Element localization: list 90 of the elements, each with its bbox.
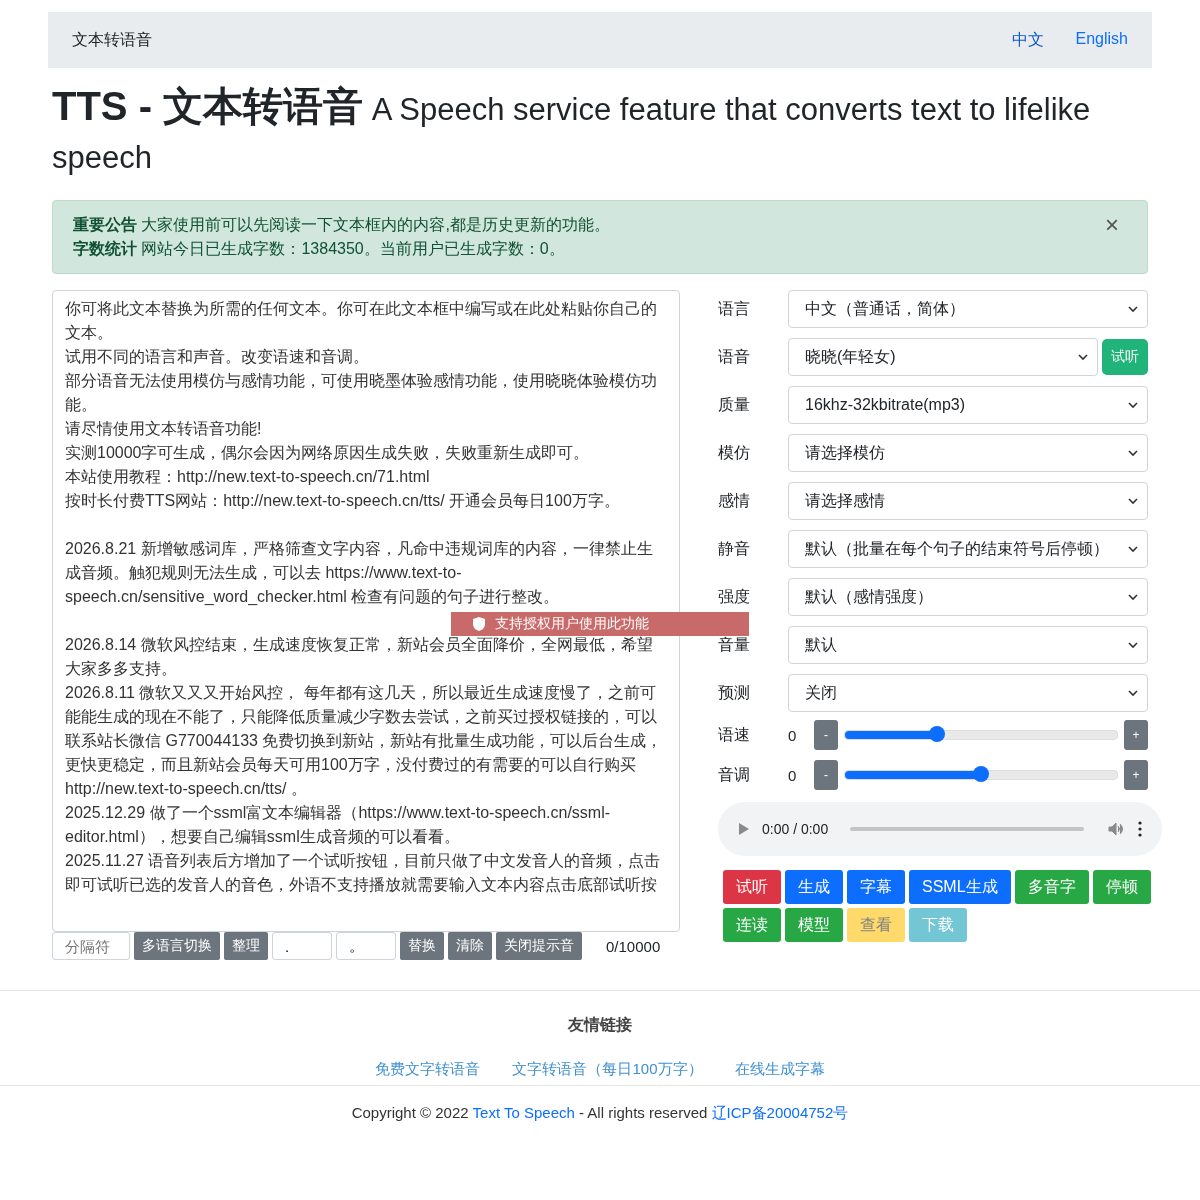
toolbar-button[interactable]: 关闭提示音 [496, 932, 582, 960]
chevron-icon [1127, 639, 1139, 651]
text-paragraph: 本站使用教程：http://new.text-to-speech.cn/71.html [65, 467, 431, 487]
volume-button[interactable] [1106, 820, 1126, 838]
dropdown[interactable]: 请选择模仿 [788, 434, 1148, 472]
text-paragraph: 部分语音无法使用模仿与感情功能，可使用晓墨体验感情功能，使用晓晓体验模仿功能。 [65, 371, 658, 415]
brand-link[interactable]: 文本转语音 [72, 29, 152, 51]
text-field[interactable]: . [272, 932, 332, 960]
close-button[interactable]: × [1097, 213, 1127, 237]
dropdown[interactable]: 默认（批量在每个句子的结束符号后停顿） [788, 530, 1148, 568]
setting-label: 感情 [718, 490, 751, 511]
toolbar-button[interactable]: 清除 [448, 932, 492, 960]
action-button[interactable]: 模型 [785, 908, 843, 942]
toolbar-button[interactable]: 多语言切换 [134, 932, 220, 960]
toolbar-button[interactable]: 整理 [224, 932, 268, 960]
page-heading: TTS - 文本转语音 A Speech service feature that converts text to lifelike speech [52, 83, 1092, 177]
increase-button[interactable]: + [1124, 760, 1148, 790]
friend-link[interactable]: 文字转语音（每日100万字） [512, 1060, 703, 1079]
action-button[interactable]: 多音字 [1014, 870, 1089, 904]
dropdown[interactable]: 默认 [788, 626, 1148, 664]
text-paragraph: 按时长付费TTS网站：http://new.text-to-speech.cn/tts/ 开通会员每日100万字。 [65, 491, 621, 511]
text-field[interactable]: 。 [336, 932, 396, 960]
setting-label: 强度 [718, 586, 751, 607]
setting-label: 语言 [718, 298, 751, 319]
slider-thumb[interactable] [929, 726, 946, 742]
action-button[interactable]: 试听 [723, 870, 781, 904]
text-paragraph: 你可将此文本替换为所需的任何文本。你可在此文本框中编写或在此处粘贴你自己的文本。 [65, 299, 658, 343]
dropdown[interactable]: 请选择感情 [788, 482, 1148, 520]
friend-link[interactable]: 免费文字转语音 [375, 1060, 481, 1079]
setting-label: 静音 [718, 538, 751, 559]
setting-label: 语速 [718, 724, 751, 745]
text-paragraph: 请尽情使用文本转语音功能! [65, 419, 263, 439]
play-icon [738, 822, 750, 836]
character-counter: 0/10000 [606, 937, 661, 955]
dropdown[interactable]: 默认（感情强度） [788, 578, 1148, 616]
text-paragraph: 2026.8.11 微软又又又开始风控， 每年都有这几天，所以最近生成速度慢了，之前可能能生成的现在不能了，只能降低质量减少字数去尝试，之前买过授权链接的，可以联系站长微信 G770044133 免费切换到新站，新站有批量生成功能，可以后台生成，更快更稳定，而且新站会员每天可用100万字，没付费过的有需要的可以自行购买 http://new.text-to-speech.cn/tts/ 。 [65, 683, 664, 799]
decrease-button[interactable]: - [814, 720, 838, 750]
language-link[interactable]: 中文 [1011, 29, 1044, 51]
chevron-icon [1077, 351, 1089, 363]
footer-heading: 友情链接 [566, 1015, 633, 1035]
dropdown[interactable]: 16khz-32kbitrate(mp3) [788, 386, 1148, 424]
text-paragraph: 2026.8.21 新增敏感词库，严格筛查文字内容，凡命中违规词库的内容，一律禁止生成音频。触犯规则无法生成，可以去 https://www.text-to-speech.cn/sensitive_word_checker.html 检查有问题的句子进行整改。 [65, 539, 654, 607]
text-paragraph: 实测10000字可生成，偶尔会因为网络原因生成失败，失败重新生成即可。 [65, 443, 591, 463]
chevron-icon [1127, 447, 1139, 459]
friend-link[interactable]: 在线生成字幕 [734, 1060, 825, 1079]
chevron-icon [1127, 591, 1139, 603]
action-button[interactable]: 连读 [723, 908, 781, 942]
chevron-icon [1127, 687, 1139, 699]
increase-button[interactable]: + [1124, 720, 1148, 750]
text-field[interactable]: 分隔符 [52, 932, 130, 960]
setting-label: 质量 [718, 394, 751, 415]
setting-label: 音量 [718, 634, 751, 655]
action-button[interactable]: 停顿 [1092, 870, 1151, 904]
slider-thumb[interactable] [973, 766, 989, 782]
chevron-icon [1127, 495, 1139, 507]
chevron-icon [1127, 399, 1139, 411]
shield-icon [471, 616, 487, 632]
text-input-area[interactable] [52, 290, 680, 932]
footer-link[interactable]: Text To Speech [472, 1104, 575, 1121]
text-paragraph: 试用不同的语言和声音。改变语速和音调。 [65, 347, 370, 367]
dropdown[interactable]: 关闭 [788, 674, 1148, 712]
notice-text: 重要公告 大家使用前可以先阅读一下文本框内的内容,都是历史更新的功能。 [73, 215, 610, 235]
dropdown[interactable]: 晓晓(年轻女) [788, 338, 1098, 376]
toolbar-button[interactable]: 替换 [400, 932, 444, 960]
decrease-button[interactable]: - [814, 760, 838, 790]
preview-button[interactable]: 试听 [1102, 339, 1148, 375]
chevron-icon [1127, 303, 1139, 315]
footer-link[interactable]: 辽ICP备20004752号 [711, 1104, 849, 1121]
slider-value: 0 [788, 766, 798, 784]
more-options-button[interactable] [1136, 819, 1144, 839]
notice-text: 字数统计 网站今日已生成字数：1384350。当前用户已生成字数：0。 [73, 239, 566, 259]
setting-label: 模仿 [718, 442, 751, 463]
speaker-icon [1108, 822, 1124, 836]
setting-label: 预测 [718, 682, 751, 703]
setting-label: 语音 [718, 346, 751, 367]
action-button[interactable]: 字幕 [847, 870, 905, 904]
action-button[interactable]: 生成 [785, 870, 843, 904]
dropdown[interactable]: 中文（普通话，简体） [788, 290, 1148, 328]
text-paragraph: 2025.11.27 语音列表后方增加了一个试听按钮，目前只做了中文发音人的音频，点击即可试听已选的发音人的音色，外语不支持播放就需要输入文本内容点击底部试听按 [65, 851, 662, 895]
text-paragraph: 2026.8.14 微软风控结束，生成速度恢复正常，新站会员全面降价，全网最低，希望大家多多支持。 [65, 635, 654, 679]
chevron-icon [1127, 543, 1139, 555]
setting-label: 音调 [718, 764, 751, 785]
slider-value: 0 [788, 726, 798, 744]
text-paragraph: 2025.12.29 做了一个ssml富文本编辑器（https://www.text-to-speech.cn/ssml-editor.html），想要自己编辑ssml生成音频的可以看看。 [65, 803, 612, 847]
language-link[interactable]: English [1075, 29, 1128, 51]
more-icon [1138, 821, 1142, 837]
copyright-text: Copyright © 2022 Text To Speech - All rights reserved 辽ICP备20004752号 [350, 1104, 850, 1123]
action-button[interactable]: SSML生成 [909, 870, 1011, 904]
toast-text: 支持授权用户使用此功能 [495, 615, 649, 633]
playback-time: 0:00 / 0:00 [762, 821, 829, 837]
